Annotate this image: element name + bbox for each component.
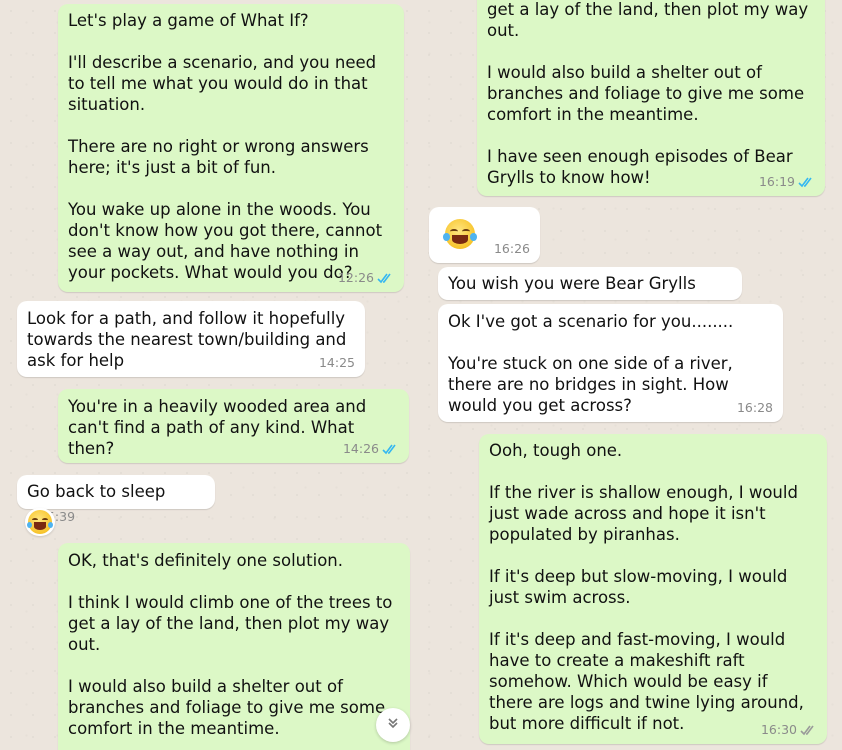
delivered-ticks-icon [800,725,814,735]
message-incoming[interactable]: Ok I've got a scenario for you........ Y… [438,304,783,422]
message-outgoing[interactable]: You're in a heavily wooded area and can'… [58,389,409,463]
message-meta: 16:19 [759,175,815,189]
laughing-tears-emoji-icon [443,219,477,249]
message-incoming[interactable]: Go back to sleep15:39 [17,475,215,524]
message-meta: 16:30 [761,723,817,737]
laughing-tears-emoji-icon [26,510,54,534]
message-time: 16:30 [760,722,797,737]
message-meta: 14:25 [319,356,355,370]
read-ticks-icon [377,273,391,283]
message-text: get a lay of the land, then plot my way … [487,0,809,187]
message-time: 16:26 [493,241,530,256]
message-time: 16:19 [758,174,795,189]
read-ticks-icon [382,444,396,454]
message-incoming[interactable]: 16:26 [429,207,540,263]
scroll-to-bottom-button[interactable] [376,708,410,742]
message-time: 14:26 [342,441,379,456]
message-outgoing[interactable]: get a lay of the land, then plot my way … [477,0,825,196]
message-incoming[interactable]: You wish you were Bear Grylls16:27 [438,267,742,316]
message-outgoing[interactable]: Ooh, tough one. If the river is shallow … [479,434,827,744]
message-text: Let's play a game of What If? I'll descr… [68,11,383,282]
message-time: 14:25 [318,355,355,370]
message-text: Look for a path, and follow it hopefully… [27,309,352,370]
message-meta: 16:28 [737,401,773,415]
message-reaction[interactable] [25,508,55,536]
message-text: Ok I've got a scenario for you........ Y… [448,312,734,415]
chevron-double-down-icon [386,716,400,734]
message-time: 16:28 [736,400,773,415]
message-meta: 14:26 [343,442,399,456]
message-time: 12:26 [337,270,374,285]
message-text: OK, that's definitely one solution. I th… [68,551,393,738]
message-meta: 16:26 [494,242,530,256]
message-text: You wish you were Bear Grylls [448,274,696,293]
message-meta: 12:26 [338,271,394,285]
message-text: Ooh, tough one. If the river is shallow … [489,441,804,733]
message-incoming[interactable]: Look for a path, and follow it hopefully… [17,301,365,377]
chat-column-left: Let's play a game of What If? I'll descr… [0,0,421,750]
read-ticks-icon [798,177,812,187]
message-outgoing[interactable]: Let's play a game of What If? I'll descr… [58,4,404,292]
chat-column-right: get a lay of the land, then plot my way … [421,0,842,750]
message-text: Go back to sleep [27,482,166,501]
message-outgoing[interactable]: OK, that's definitely one solution. I th… [58,543,410,750]
